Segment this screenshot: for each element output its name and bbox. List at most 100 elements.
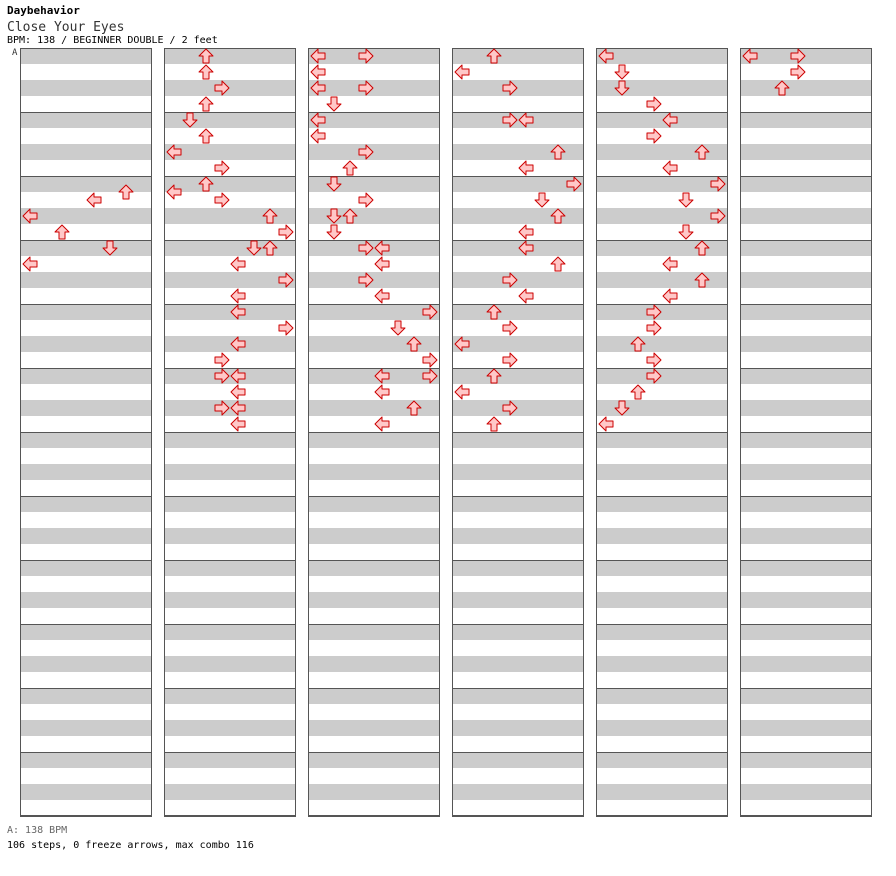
beat-stripe <box>596 112 728 128</box>
beat-stripe <box>308 784 440 800</box>
beat-stripe <box>164 304 296 320</box>
beat-stripe <box>308 592 440 608</box>
beat-stripe <box>20 272 152 288</box>
beat-stripe <box>164 144 296 160</box>
beat-stripe <box>452 720 584 736</box>
beat-stripe <box>596 528 728 544</box>
beat-stripe <box>740 176 872 192</box>
beat-stripe <box>308 528 440 544</box>
beat-stripe <box>20 528 152 544</box>
beat-stripe <box>596 208 728 224</box>
beat-stripe <box>164 528 296 544</box>
beat-stripe <box>740 528 872 544</box>
beat-stripe <box>452 112 584 128</box>
beat-stripe <box>740 304 872 320</box>
step-chart <box>20 48 872 817</box>
beat-stripe <box>20 336 152 352</box>
beat-stripe <box>20 592 152 608</box>
beat-stripe <box>452 272 584 288</box>
beat-stripe <box>20 112 152 128</box>
step-stats: 106 steps, 0 freeze arrows, max combo 11… <box>7 840 254 851</box>
beat-stripe <box>308 240 440 256</box>
beat-stripe <box>740 624 872 640</box>
beat-stripe <box>164 432 296 448</box>
beat-stripe <box>308 752 440 768</box>
beat-stripe <box>740 720 872 736</box>
beat-stripe <box>596 624 728 640</box>
beat-stripe <box>164 656 296 672</box>
beat-stripe <box>596 336 728 352</box>
beat-stripe <box>596 496 728 512</box>
beat-stripe <box>308 80 440 96</box>
beat-stripe <box>308 144 440 160</box>
beat-stripe <box>596 464 728 480</box>
beat-stripe <box>452 752 584 768</box>
beat-stripe <box>596 560 728 576</box>
beat-stripe <box>452 624 584 640</box>
beat-stripe <box>20 560 152 576</box>
beat-stripe <box>596 656 728 672</box>
beat-stripe <box>596 720 728 736</box>
beat-stripe <box>452 432 584 448</box>
beat-stripe <box>596 688 728 704</box>
beat-stripe <box>20 464 152 480</box>
beat-stripe <box>452 400 584 416</box>
beat-stripe <box>20 304 152 320</box>
beat-stripe <box>308 560 440 576</box>
beat-stripe <box>596 592 728 608</box>
beat-stripe <box>452 464 584 480</box>
beat-stripe <box>20 48 152 64</box>
beat-stripe <box>308 112 440 128</box>
beat-stripe <box>596 304 728 320</box>
beat-stripe <box>20 368 152 384</box>
beat-stripe <box>452 240 584 256</box>
beat-stripe <box>308 304 440 320</box>
beat-stripe <box>20 208 152 224</box>
beat-stripe <box>308 48 440 64</box>
chart-column <box>452 48 584 817</box>
beat-stripe <box>740 560 872 576</box>
beat-stripe <box>308 720 440 736</box>
beat-stripe <box>740 592 872 608</box>
beat-stripe <box>308 496 440 512</box>
beat-stripe <box>740 432 872 448</box>
beat-stripe <box>20 240 152 256</box>
beat-stripe <box>452 48 584 64</box>
beat-stripe <box>452 784 584 800</box>
beat-stripe <box>452 336 584 352</box>
beat-stripe <box>596 432 728 448</box>
beat-stripe <box>164 176 296 192</box>
beat-stripe <box>740 400 872 416</box>
chart-column <box>308 48 440 817</box>
chart-column <box>164 48 296 817</box>
beat-stripe <box>596 752 728 768</box>
beat-stripe <box>164 336 296 352</box>
beat-stripe <box>164 592 296 608</box>
beat-stripe <box>20 656 152 672</box>
beat-stripe <box>20 720 152 736</box>
beat-stripe <box>452 656 584 672</box>
beat-stripe <box>20 688 152 704</box>
beat-stripe <box>740 80 872 96</box>
beat-stripe <box>452 528 584 544</box>
beat-stripe <box>452 80 584 96</box>
beat-stripe <box>308 272 440 288</box>
chart-column <box>596 48 728 817</box>
chart-column <box>20 48 152 817</box>
beat-stripe <box>308 624 440 640</box>
beat-stripe <box>164 560 296 576</box>
beat-stripe <box>740 496 872 512</box>
beat-stripe <box>164 368 296 384</box>
beat-stripe <box>740 688 872 704</box>
beat-stripe <box>164 624 296 640</box>
beat-stripe <box>164 784 296 800</box>
beat-stripe <box>740 272 872 288</box>
beat-stripe <box>452 688 584 704</box>
beat-stripe <box>740 240 872 256</box>
beat-stripe <box>452 304 584 320</box>
beat-stripe <box>164 720 296 736</box>
beat-stripe <box>20 624 152 640</box>
beat-stripe <box>20 144 152 160</box>
beat-stripe <box>164 48 296 64</box>
beat-stripe <box>596 176 728 192</box>
